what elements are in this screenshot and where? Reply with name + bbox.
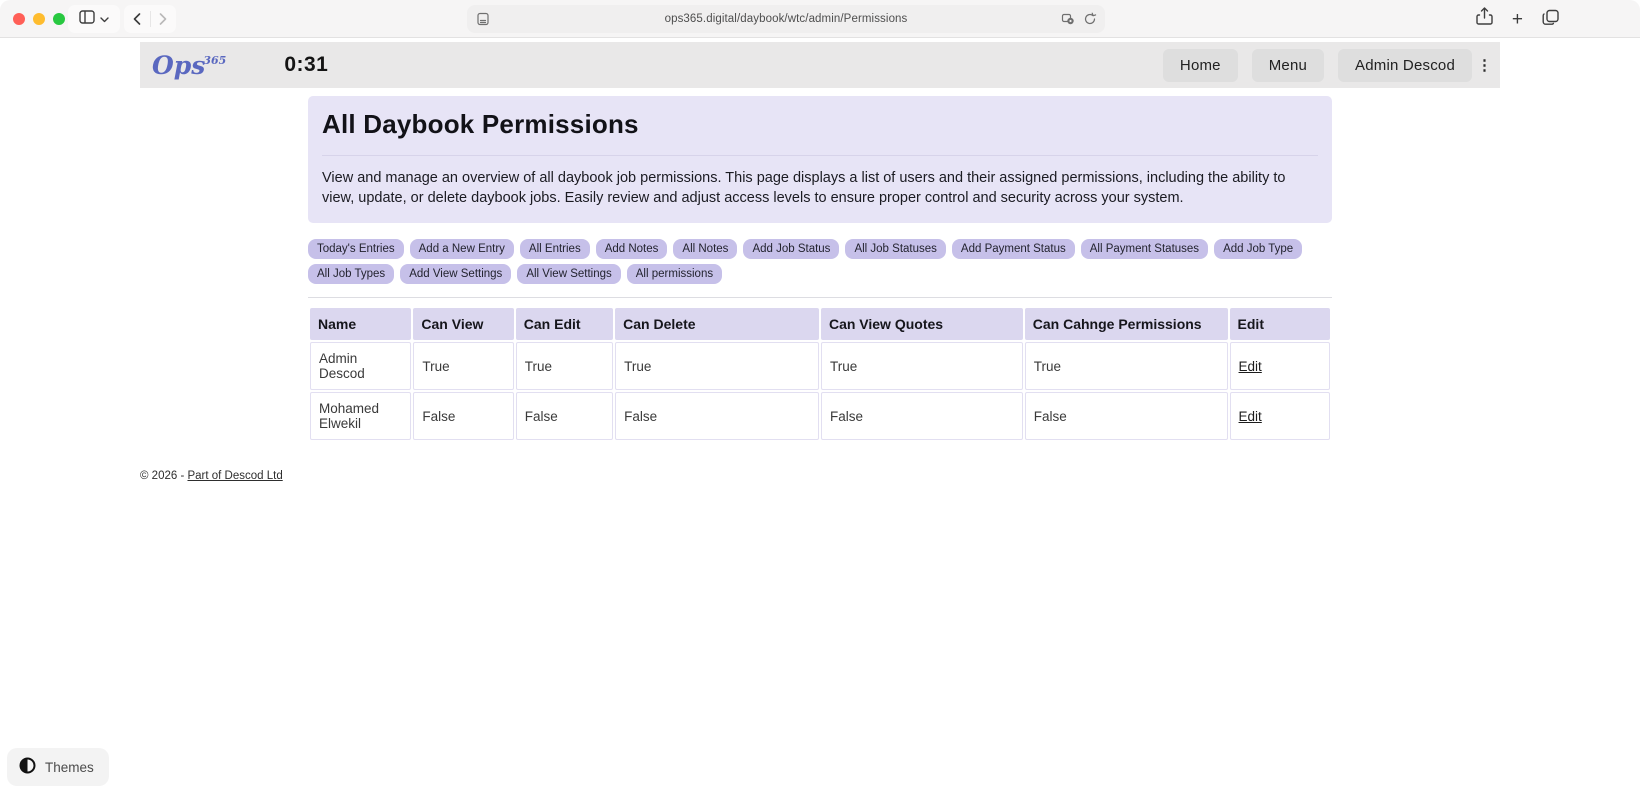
site-header: Ops365 0:31 Home Menu Admin Descod ⋮ [140,42,1500,88]
address-bar[interactable]: ops365.digital/daybook/wtc/admin/Permiss… [467,5,1105,33]
account-button[interactable]: Admin Descod [1338,48,1472,82]
cell-can-edit: True [515,342,614,390]
descod-link[interactable]: Part of Descod Ltd [187,470,282,482]
table-row: Admin Descod True True True True True Ed… [310,342,1330,390]
cell-can-view-quotes: False [820,392,1023,440]
column-header-can-view: Can View [413,308,514,340]
all-entries-button[interactable]: All Entries [519,239,590,259]
cell-edit: Edit [1229,342,1330,390]
all-view-settings-button[interactable]: All View Settings [517,264,621,284]
back-button[interactable] [124,5,150,33]
permissions-table: Name Can View Can Edit Can Delete Can Vi… [308,306,1332,442]
page-intro-panel: All Daybook Permissions View and manage … [308,96,1332,223]
all-job-types-button[interactable]: All Job Types [308,264,395,284]
all-notes-button[interactable]: All Notes [673,239,738,259]
page-title: All Daybook Permissions [322,109,639,139]
history-nav [124,5,176,33]
edit-link[interactable]: Edit [1239,359,1262,374]
cell-can-change-permissions: True [1024,342,1228,390]
window-controls [13,13,65,25]
add-job-status-button[interactable]: Add Job Status [743,239,840,259]
table-header-row: Name Can View Can Edit Can Delete Can Vi… [310,308,1330,340]
add-new-entry-button[interactable]: Add a New Entry [409,239,514,259]
add-job-type-button[interactable]: Add Job Type [1214,239,1303,259]
cell-can-change-permissions: False [1024,392,1228,440]
privacy-report-icon[interactable] [1061,13,1075,31]
browser-chrome: ops365.digital/daybook/wtc/admin/Permiss… [0,0,1640,38]
cell-can-view: True [413,342,514,390]
intro-divider [322,155,1318,156]
column-header-can-change-permissions: Can Cahnge Permissions [1024,308,1228,340]
cell-can-view: False [413,392,514,440]
forward-button[interactable] [151,5,177,33]
overflow-menu-icon[interactable]: ⋮ [1477,56,1492,74]
minimize-window-button[interactable] [33,13,45,25]
close-window-button[interactable] [13,13,25,25]
column-header-can-delete: Can Delete [615,308,819,340]
sidebar-icon [79,9,95,29]
add-notes-button[interactable]: Add Notes [595,239,668,259]
page-content: Ops365 0:31 Home Menu Admin Descod ⋮ All… [0,42,1640,788]
session-timer: 0:31 [284,53,329,76]
footer: © 2026 - Part of Descod Ltd [140,470,1500,482]
all-permissions-button[interactable]: All permissions [626,264,723,284]
cell-can-edit: False [515,392,614,440]
main-content: All Daybook Permissions View and manage … [308,96,1332,442]
zoom-window-button[interactable] [53,13,65,25]
browser-window: ops365.digital/daybook/wtc/admin/Permiss… [0,0,1640,788]
edit-link[interactable]: Edit [1239,409,1262,424]
column-header-edit: Edit [1229,308,1330,340]
menu-button[interactable]: Menu [1251,48,1325,82]
reload-icon[interactable] [1083,12,1097,31]
url-text: ops365.digital/daybook/wtc/admin/Permiss… [664,13,908,25]
add-payment-status-button[interactable]: Add Payment Status [951,239,1075,259]
tab-overview-icon[interactable] [1542,9,1560,31]
theme-contrast-icon [19,757,36,777]
reader-icon[interactable] [476,12,490,31]
cell-name: Mohamed Elwekil [310,392,412,440]
cell-can-delete: False [615,392,819,440]
toolbar-actions: + [1476,7,1560,32]
share-icon[interactable] [1476,7,1493,32]
column-header-name: Name [310,308,412,340]
new-tab-button[interactable]: + [1512,10,1523,29]
chevron-down-icon [100,10,109,28]
page-description: View and manage an overview of all daybo… [322,170,1286,206]
table-row: Mohamed Elwekil False False False False … [310,392,1330,440]
all-payment-statuses-button[interactable]: All Payment Statuses [1080,239,1209,259]
add-view-settings-button[interactable]: Add View Settings [400,264,512,284]
cell-name: Admin Descod [310,342,412,390]
ops365-logo[interactable]: Ops365 [152,53,226,78]
themes-label: Themes [45,759,94,775]
cell-edit: Edit [1229,392,1330,440]
copyright-text: © 2026 - [140,470,188,482]
sidebar-toggle-button[interactable] [68,5,120,33]
themes-button[interactable]: Themes [7,748,109,786]
home-button[interactable]: Home [1162,48,1238,82]
cell-can-delete: True [615,342,819,390]
cell-can-view-quotes: True [820,342,1023,390]
table-divider [308,297,1332,298]
quick-actions-row-2: All Job Types Add View Settings All View… [308,264,1332,284]
column-header-can-view-quotes: Can View Quotes [820,308,1023,340]
quick-actions-row-1: Today's Entries Add a New Entry All Entr… [308,239,1332,259]
todays-entries-button[interactable]: Today's Entries [308,239,404,259]
column-header-can-edit: Can Edit [515,308,614,340]
all-job-statuses-button[interactable]: All Job Statuses [845,239,946,259]
